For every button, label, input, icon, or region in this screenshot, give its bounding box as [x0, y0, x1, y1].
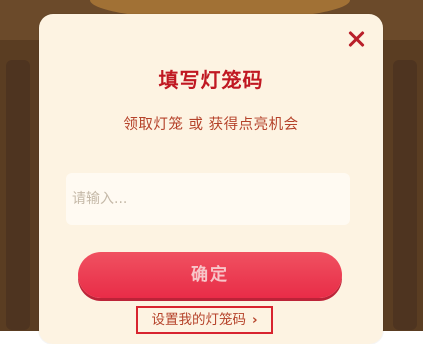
dialog-subtitle: 领取灯笼 或 获得点亮机会 [123, 117, 299, 133]
background-stripe-right [393, 60, 417, 330]
chevron-right-icon: › [251, 312, 258, 328]
lantern-code-input[interactable] [66, 173, 350, 225]
confirm-button[interactable]: 确定 [78, 252, 342, 298]
confirm-button-label: 确定 [191, 265, 229, 285]
lantern-code-dialog: 填写灯笼码 领取灯笼 或 获得点亮机会 确定 设置我的灯笼码 › [39, 14, 383, 344]
set-my-lantern-code-link[interactable]: 设置我的灯笼码 › [136, 306, 273, 334]
set-code-link-label: 设置我的灯笼码 [151, 312, 246, 328]
background-stripe-left [6, 60, 30, 330]
close-icon[interactable] [343, 26, 369, 52]
dialog-title: 填写灯笼码 [158, 68, 264, 92]
